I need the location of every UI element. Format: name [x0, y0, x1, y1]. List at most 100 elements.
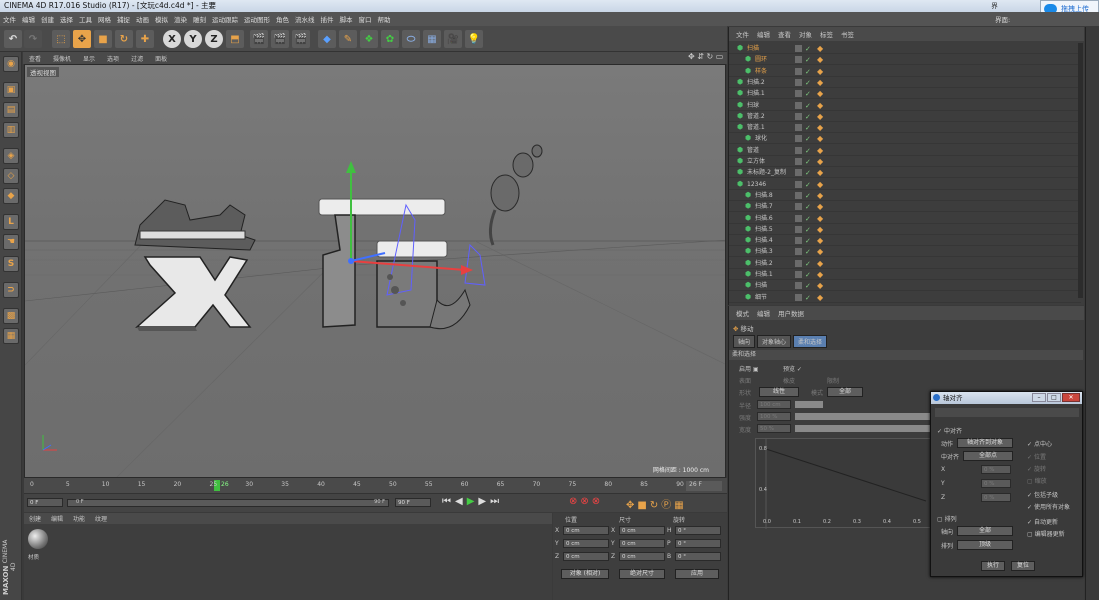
make-editable-icon[interactable]: ◉ — [3, 56, 19, 72]
layer-swatch[interactable] — [795, 259, 802, 267]
position-check[interactable]: ✓ 位置 — [1027, 452, 1046, 461]
strength-field[interactable]: 100 % — [757, 412, 791, 421]
menu-item[interactable]: 插件 — [321, 14, 334, 24]
viewport-menu-item[interactable]: 查看 — [29, 54, 41, 63]
object-row[interactable]: ⬢ 圆环 ✓ ◆ — [729, 54, 1081, 66]
z-axis-lock[interactable]: Z — [205, 30, 223, 48]
render-settings-icon[interactable]: 🎬 — [292, 30, 310, 48]
live-selection-tool[interactable]: ⬚ — [52, 30, 70, 48]
object-row[interactable]: ⬢ 扫描.5 ✓ ◆ — [729, 224, 1081, 235]
move-gizmo[interactable] — [346, 161, 473, 275]
key-buttons[interactable]: ✥■↻Ⓟ▦ — [626, 496, 687, 511]
menu-item[interactable]: 编辑 — [22, 14, 35, 24]
menu-item[interactable]: 流水线 — [295, 14, 315, 24]
object-row[interactable]: ⬢ 扫描.2 ✓ ◆ — [729, 77, 1081, 88]
attribute-tab[interactable]: 轴向 — [733, 335, 756, 348]
visibility-check-icon[interactable]: ✓ — [805, 293, 811, 304]
object-menu-item[interactable]: 书签 — [841, 29, 854, 39]
layer-swatch[interactable] — [795, 78, 802, 86]
phong-tag-icon[interactable]: ◆ — [817, 54, 823, 65]
phong-tag-icon[interactable]: ◆ — [817, 190, 823, 201]
action-dropdown[interactable]: 轴对齐到对象 — [957, 438, 1013, 448]
polygons-mode-icon[interactable]: ◆ — [3, 188, 19, 204]
viewport-menu-item[interactable]: 过滤 — [131, 54, 143, 63]
mograph-icon[interactable]: ✿ — [381, 30, 399, 48]
attribute-tab[interactable]: 柔和选择 — [793, 335, 828, 348]
deformer-icon[interactable]: ⬭ — [402, 30, 420, 48]
position-field[interactable]: 0 cm — [563, 526, 609, 535]
minimize-button[interactable]: – — [1032, 393, 1046, 402]
menu-item[interactable]: 角色 — [276, 14, 289, 24]
object-row[interactable]: ⬢ 扫描 ✓ ◆ — [729, 43, 1081, 54]
object-row[interactable]: ⬢ 扫描.1 ✓ ◆ — [729, 269, 1081, 280]
phong-tag-icon[interactable]: ◆ — [817, 213, 823, 224]
scale-check[interactable]: ▢ 缩放 — [1027, 476, 1047, 485]
sequence-check[interactable]: ▢ 排列 — [937, 514, 957, 523]
pen-spline-icon[interactable]: ✎ — [339, 30, 357, 48]
rotation-field[interactable]: 0 ° — [675, 526, 721, 535]
phong-tag-icon[interactable]: ◆ — [817, 224, 823, 235]
coordinate-system-button[interactable]: ⬒ — [226, 30, 244, 48]
phong-tag-icon[interactable]: ◆ — [817, 167, 823, 178]
strength-slider[interactable] — [795, 413, 931, 420]
layer-swatch[interactable] — [795, 169, 802, 177]
rotation-field[interactable]: 0 ° — [675, 539, 721, 548]
size-field[interactable]: 0 cm — [619, 539, 665, 548]
material-menu-item[interactable]: 功能 — [73, 514, 85, 523]
range-slider[interactable]: 0 F 90 F — [67, 499, 389, 507]
menu-item[interactable]: 模拟 — [155, 14, 168, 24]
phong-tag-icon[interactable]: ◆ — [817, 235, 823, 246]
material-menu-item[interactable]: 纹理 — [95, 514, 107, 523]
menu-item[interactable]: 捕捉 — [117, 14, 130, 24]
viewport-menu-item[interactable]: 面板 — [155, 54, 167, 63]
object-row[interactable]: ⬢ 12346 ✓ ◆ — [729, 179, 1081, 190]
rotation-check[interactable]: ✓ 旋转 — [1027, 464, 1046, 473]
object-row[interactable]: ⬢ 样条 ✓ ◆ — [729, 66, 1081, 77]
object-row[interactable]: ⬢ 未标题-2_复制 ✓ ◆ — [729, 167, 1081, 179]
object-row[interactable]: ⬢ 扫描.1 ✓ ◆ — [729, 88, 1081, 100]
layer-swatch[interactable] — [795, 45, 802, 52]
attribute-menu-item[interactable]: 编辑 — [757, 308, 770, 318]
layer-swatch[interactable] — [795, 248, 802, 256]
menu-item[interactable]: 工具 — [79, 14, 92, 24]
material-menu-item[interactable]: 创建 — [29, 514, 41, 523]
rotation-field[interactable]: 0 ° — [675, 552, 721, 561]
layer-swatch[interactable] — [795, 135, 802, 143]
lock-workplane-icon[interactable]: ▦ — [3, 328, 19, 344]
wen-character-model[interactable] — [134, 199, 256, 331]
layer-swatch[interactable] — [795, 282, 802, 290]
light-icon[interactable]: 💡 — [465, 30, 483, 48]
coord-mode-dropdown[interactable]: 对象 (相对) — [561, 569, 609, 579]
layer-swatch[interactable] — [795, 191, 802, 199]
texture-mode-icon[interactable]: ▤ — [3, 102, 19, 118]
object-row[interactable]: ⬢ 扫描.6 ✓ ◆ — [729, 213, 1081, 224]
edges-mode-icon[interactable]: ◇ — [3, 168, 19, 184]
menu-item[interactable]: 雕刻 — [193, 14, 206, 24]
object-menu-item[interactable]: 对象 — [799, 29, 812, 39]
attribute-tab[interactable]: 对象轴心 — [757, 335, 792, 348]
maximize-button[interactable]: □ — [1047, 393, 1061, 402]
last-tool[interactable]: ✚ — [136, 30, 154, 48]
order-dropdown[interactable]: 顶级 — [957, 540, 1013, 550]
phong-tag-icon[interactable]: ◆ — [817, 43, 823, 54]
axis-dropdown[interactable]: 全部 — [957, 526, 1013, 536]
object-row[interactable]: ⬢ 管道 ✓ ◆ — [729, 145, 1081, 156]
position-field[interactable]: 0 cm — [563, 539, 609, 548]
attribute-menu-item[interactable]: 用户数据 — [778, 308, 804, 318]
y-axis-lock[interactable]: Y — [184, 30, 202, 48]
phong-tag-icon[interactable]: ◆ — [817, 292, 823, 303]
editor-update-check[interactable]: ▢ 编辑器更新 — [1027, 529, 1065, 538]
menu-item[interactable]: 渲染 — [174, 14, 187, 24]
falloff-graph[interactable] — [755, 438, 931, 529]
render-picture-viewer-icon[interactable]: 🎬 — [271, 30, 289, 48]
reset-button[interactable]: 复位 — [1011, 561, 1035, 571]
viewport-menu-item[interactable]: 选项 — [107, 54, 119, 63]
menu-item[interactable]: 运动跟踪 — [212, 14, 238, 24]
move-tool[interactable]: ✥ — [73, 30, 91, 48]
points-mode-icon[interactable]: ◈ — [3, 148, 19, 164]
manager-side-tabs[interactable] — [1085, 27, 1099, 600]
cube-primitive-icon[interactable]: ◆ — [318, 30, 336, 48]
phong-tag-icon[interactable]: ◆ — [817, 246, 823, 257]
model-mode-icon[interactable]: ▣ — [3, 82, 19, 98]
viewport-menu-item[interactable]: 摄像机 — [53, 54, 71, 63]
